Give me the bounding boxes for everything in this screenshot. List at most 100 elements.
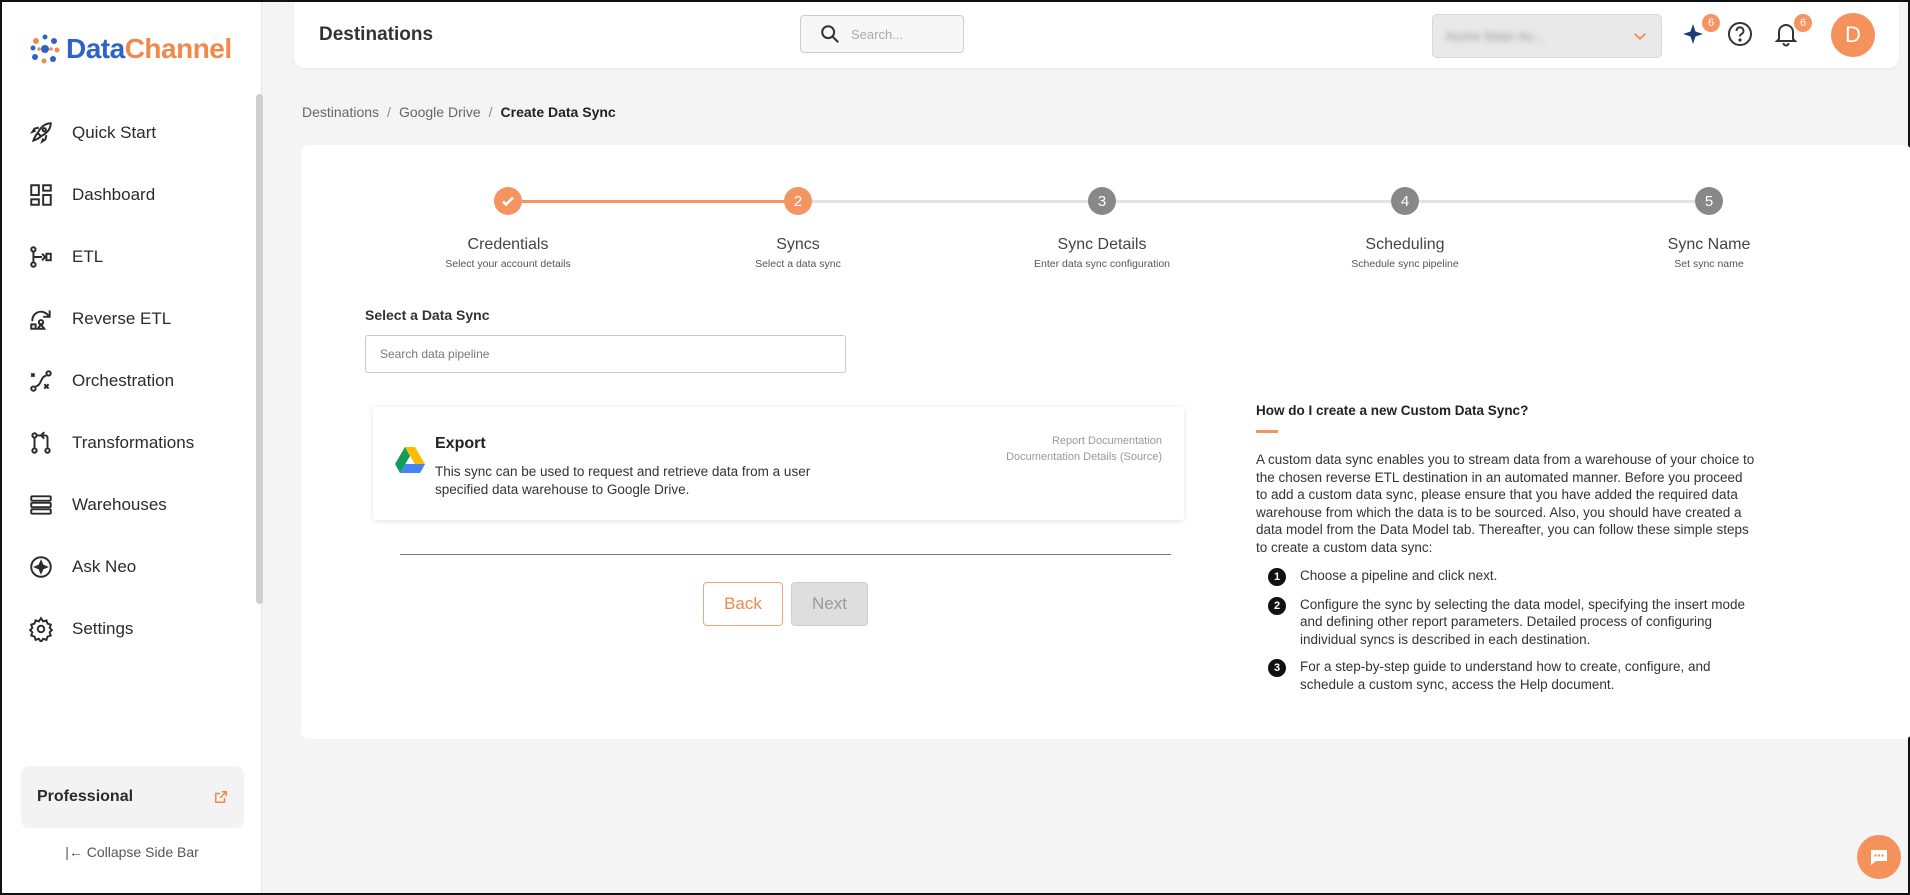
sidebar-item-label: ETL xyxy=(72,247,104,266)
select-sync-label: Select a Data Sync xyxy=(365,307,490,323)
sidebar-item-warehouses[interactable]: Warehouses xyxy=(2,474,252,536)
sync-search-input[interactable] xyxy=(365,335,846,373)
documentation-details-link[interactable]: Documentation Details (Source) xyxy=(1006,449,1162,465)
sidebar-item-reverse-etl[interactable]: Reverse ETL xyxy=(2,288,252,350)
sidebar-item-dashboard[interactable]: Dashboard xyxy=(2,164,252,226)
sidebar-item-transformations[interactable]: Transformations xyxy=(2,412,252,474)
notification-badge: 6 xyxy=(1794,14,1812,32)
sidebar-item-settings[interactable]: Settings xyxy=(2,598,252,660)
export-sync-card[interactable]: Export This sync can be used to request … xyxy=(373,407,1184,520)
sidebar-item-label: Reverse ETL xyxy=(72,309,172,328)
step-1-circle[interactable] xyxy=(494,187,522,215)
sidebar-item-quick-start[interactable]: Quick Start xyxy=(2,102,252,164)
gear-icon xyxy=(28,616,54,642)
help-step-text: Choose a pipeline and click next. xyxy=(1300,567,1498,583)
step-3-title: Sync Details xyxy=(1057,236,1147,253)
collapse-icon: |← xyxy=(65,844,83,860)
divider xyxy=(400,554,1171,555)
breadcrumb-current: Create Data Sync xyxy=(500,104,616,120)
back-button[interactable]: Back xyxy=(703,582,783,626)
sidebar-item-label: Dashboard xyxy=(72,185,156,204)
search-placeholder: Search... xyxy=(851,26,904,42)
collapse-label: Collapse Side Bar xyxy=(86,844,199,860)
sidebar-item-ask-neo[interactable]: Ask Neo xyxy=(2,536,252,598)
step-5-title: Sync Name xyxy=(1667,236,1751,253)
step-4-title: Scheduling xyxy=(1365,236,1445,253)
sidebar-item-label: Warehouses xyxy=(72,495,167,514)
transformations-icon xyxy=(31,431,51,454)
help-step: 3 For a step-by-step guide to understand… xyxy=(1256,658,1756,693)
neo-icon xyxy=(30,556,52,578)
breadcrumb-destinations[interactable]: Destinations xyxy=(302,104,379,120)
brand-logo[interactable]: DataChannel xyxy=(28,32,232,66)
help-step-text: Configure the sync by selecting the data… xyxy=(1300,596,1745,647)
ai-sparkle-button[interactable]: 6 xyxy=(1680,14,1720,48)
export-description: This sync can be used to request and ret… xyxy=(435,464,811,497)
export-title: Export xyxy=(435,435,486,452)
sidebar-nav: Quick Start Dashboard ETL Reverse ETL Or… xyxy=(2,102,252,660)
step-1-title: Credentials xyxy=(467,236,549,253)
breadcrumb-separator: / xyxy=(387,104,391,120)
account-selector[interactable]: Acme Main Ac... xyxy=(1432,14,1662,58)
sidebar-scrollbar[interactable] xyxy=(256,94,263,604)
sidebar-item-label: Orchestration xyxy=(72,371,175,390)
sidebar-item-orchestration[interactable]: Orchestration xyxy=(2,350,252,412)
notifications-button[interactable]: 6 xyxy=(1772,14,1812,48)
dashboard-icon xyxy=(30,184,52,206)
stepper-line-2 xyxy=(812,200,1088,203)
sidebar-item-label: Settings xyxy=(72,619,134,638)
global-search[interactable]: Search... xyxy=(800,15,964,53)
account-name: Acme Main Ac... xyxy=(1445,28,1547,44)
step-5-circle: 5 xyxy=(1695,187,1723,215)
chat-icon xyxy=(1871,850,1887,865)
step-1-subtitle: Select your account details xyxy=(445,258,571,270)
sidebar-item-label: Ask Neo xyxy=(72,557,137,576)
step-3-subtitle: Enter data sync configuration xyxy=(1034,258,1170,270)
sidebar: DataChannel Quick Start Dashboard ETL Re… xyxy=(2,2,263,893)
collapse-sidebar-button[interactable]: |← Collapse Side Bar xyxy=(2,844,262,860)
ai-badge: 6 xyxy=(1702,14,1720,32)
help-accent-bar xyxy=(1256,430,1278,433)
plan-card[interactable]: Professional xyxy=(21,766,244,828)
stepper-line-4 xyxy=(1419,200,1695,203)
external-link-icon[interactable] xyxy=(214,790,228,804)
sidebar-item-etl[interactable]: ETL xyxy=(2,226,252,288)
datachannel-logo-icon xyxy=(30,34,60,64)
chat-button[interactable] xyxy=(1857,835,1901,879)
check-icon xyxy=(502,196,514,207)
help-steps: 1 Choose a pipeline and click next. 2 Co… xyxy=(1256,567,1756,694)
google-drive-icon xyxy=(395,447,425,473)
warehouse-icon xyxy=(30,495,52,515)
search-icon xyxy=(821,25,839,43)
report-documentation-link[interactable]: Report Documentation xyxy=(1006,433,1162,449)
help-step-number: 2 xyxy=(1268,596,1286,615)
user-avatar[interactable]: D xyxy=(1831,13,1875,57)
help-button[interactable] xyxy=(1726,20,1754,48)
sidebar-item-label: Transformations xyxy=(72,433,195,452)
next-button[interactable]: Next xyxy=(791,582,868,626)
orchestration-icon xyxy=(30,370,52,392)
help-icon xyxy=(1728,22,1752,46)
help-title: How do I create a new Custom Data Sync? xyxy=(1256,403,1529,418)
page-title: Destinations xyxy=(319,24,434,45)
help-step-number: 1 xyxy=(1268,567,1286,586)
plan-name: Professional xyxy=(37,788,134,805)
chevron-down-icon xyxy=(1634,33,1646,41)
help-step-text: For a step-by-step guide to understand h… xyxy=(1300,659,1711,692)
step-2-title: Syncs xyxy=(776,236,820,253)
brand-name: DataChannel xyxy=(66,33,232,65)
step-2-circle[interactable]: 2 xyxy=(784,187,812,215)
reverse-etl-icon xyxy=(30,310,51,330)
step-5-subtitle: Set sync name xyxy=(1674,258,1744,270)
brand-name-part1: Data xyxy=(66,33,125,64)
doc-links: Report Documentation Documentation Detai… xyxy=(1006,433,1162,465)
help-paragraph: A custom data sync enables you to stream… xyxy=(1256,452,1755,555)
stepper-line-1 xyxy=(522,200,784,203)
step-4-subtitle: Schedule sync pipeline xyxy=(1351,258,1459,270)
etl-icon xyxy=(30,246,52,268)
help-step: 2 Configure the sync by selecting the da… xyxy=(1256,596,1756,649)
breadcrumb-google-drive[interactable]: Google Drive xyxy=(399,104,481,120)
step-2-subtitle: Select a data sync xyxy=(755,258,841,270)
step-4-circle: 4 xyxy=(1391,187,1419,215)
top-bar: Destinations Search... Acme Main Ac... 6… xyxy=(294,2,1899,68)
